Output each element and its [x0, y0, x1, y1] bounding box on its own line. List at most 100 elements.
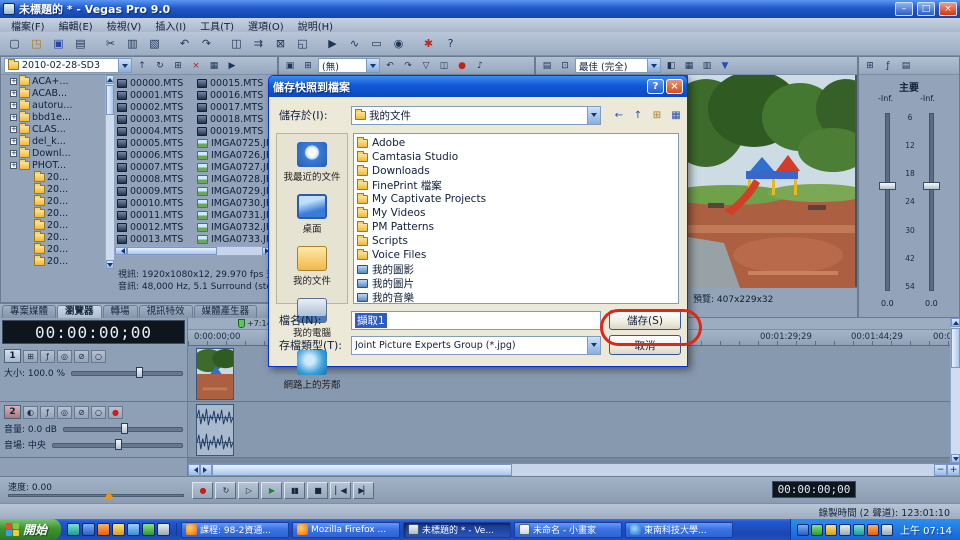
scroll-right-icon[interactable]: [200, 464, 212, 476]
copy-snapshot-icon[interactable]: ▥: [699, 58, 715, 73]
trimmer-marker-icon[interactable]: ▽: [418, 58, 434, 73]
tree-folder-item[interactable]: ACA+...: [1, 75, 105, 87]
whats-this-help-icon[interactable]: ?: [440, 34, 461, 54]
file-item[interactable]: IMGA0732.JPG: [197, 221, 276, 233]
up-one-level-icon[interactable]: ↑: [630, 107, 646, 123]
menu-item[interactable]: 檔案(F): [4, 18, 52, 33]
file-item[interactable]: 00012.MTS: [117, 221, 196, 233]
task-university-webpage[interactable]: 東南科技大學...: [625, 522, 733, 538]
normal-edit-tool-icon[interactable]: ▶: [322, 34, 343, 54]
volume-slider[interactable]: [63, 423, 183, 434]
play-button[interactable]: ▶: [261, 482, 282, 499]
task-paint[interactable]: 未命名 - 小畫家: [514, 522, 622, 538]
place-recent-documents[interactable]: 我最近的文件: [277, 142, 347, 183]
vegas-icon[interactable]: [157, 523, 170, 536]
scroll-left-icon[interactable]: [188, 464, 200, 476]
copy-icon[interactable]: ▥: [122, 34, 143, 54]
close-button[interactable]: ×: [939, 2, 957, 16]
file-item[interactable]: 00000.MTS: [117, 77, 196, 89]
zoom-in-button[interactable]: +: [947, 464, 960, 476]
outlook-icon[interactable]: [112, 523, 125, 536]
mute-icon[interactable]: ⊘: [74, 406, 89, 419]
file-item[interactable]: IMGA0729.JPG: [197, 185, 276, 197]
video-clip-event[interactable]: [196, 348, 234, 400]
marker-flag-icon[interactable]: [238, 319, 245, 328]
interactive-tutorials-icon[interactable]: ✱: [418, 34, 439, 54]
record-button[interactable]: ●: [192, 482, 213, 499]
enable-snapping-icon[interactable]: ◫: [226, 34, 247, 54]
dropdown-arrow-icon[interactable]: [366, 59, 379, 72]
folder-item[interactable]: FinePrint 檔案: [357, 178, 675, 192]
tree-folder-item[interactable]: PHOT...: [1, 159, 105, 171]
scroll-thumb[interactable]: [212, 464, 512, 476]
tab-project-media[interactable]: 專案媒體: [2, 305, 56, 318]
timeline-marker[interactable]: +7:14: [238, 319, 272, 328]
fader-thumb[interactable]: [879, 182, 896, 190]
mute-icon[interactable]: ⊘: [74, 350, 89, 363]
cut-icon[interactable]: ✂: [100, 34, 121, 54]
track-motion-icon[interactable]: ⊞: [23, 350, 38, 363]
zoom-edit-tool-icon[interactable]: ◉: [388, 34, 409, 54]
pan-slider[interactable]: [52, 439, 183, 450]
menu-item[interactable]: 檢視(V): [100, 18, 149, 33]
ie-icon[interactable]: [82, 523, 95, 536]
scroll-down-icon[interactable]: [106, 260, 114, 269]
expand-icon[interactable]: [10, 138, 17, 145]
slider-thumb[interactable]: [115, 439, 122, 450]
file-item[interactable]: IMGA0727.JPG: [197, 161, 276, 173]
trimmer-media-dropdown[interactable]: (無): [318, 58, 380, 73]
trimmer-history-back-icon[interactable]: ↶: [382, 58, 398, 73]
show-desktop-icon[interactable]: [67, 523, 80, 536]
scroll-up-icon[interactable]: [951, 318, 960, 327]
timeline-horizontal-scrollbar[interactable]: − +: [188, 463, 960, 476]
master-fader-right[interactable]: [929, 113, 934, 291]
file-item[interactable]: 00004.MTS: [117, 125, 196, 137]
file-item[interactable]: 00008.MTS: [117, 173, 196, 185]
file-item[interactable]: 00005.MTS: [117, 137, 196, 149]
tree-folder-item[interactable]: Downl...: [1, 147, 105, 159]
pause-button[interactable]: ▮▮: [284, 482, 305, 499]
dropdown-arrow-icon[interactable]: [647, 59, 660, 72]
place-my-network[interactable]: 網路上的芳鄰: [277, 350, 347, 391]
file-item[interactable]: 00017.MTS: [197, 101, 276, 113]
redo-icon[interactable]: ↷: [196, 34, 217, 54]
tree-folder-item[interactable]: 20...: [1, 219, 105, 231]
tab-explorer[interactable]: 瀏覽器: [57, 305, 102, 318]
project-properties-icon[interactable]: ▤: [70, 34, 91, 54]
mixer-properties-icon[interactable]: ▤: [898, 58, 914, 73]
trimmer-history-forward-icon[interactable]: ↷: [400, 58, 416, 73]
tray-volume-icon[interactable]: [839, 524, 851, 536]
insert-assignable-fx-icon[interactable]: ƒ: [880, 58, 896, 73]
scroll-thumb[interactable]: [106, 85, 114, 115]
track-number[interactable]: 1: [4, 349, 21, 363]
audio-clip-event[interactable]: [196, 404, 234, 456]
task-vegas[interactable]: 未標題的 * - Ve...: [403, 522, 511, 538]
refresh-icon[interactable]: ↻: [152, 58, 168, 73]
scroll-up-icon[interactable]: [106, 75, 114, 84]
automation-mode-icon[interactable]: ◎: [57, 350, 72, 363]
insert-audio-bus-icon[interactable]: ⊞: [862, 58, 878, 73]
trimmer-record-icon[interactable]: ●: [454, 58, 470, 73]
trimmer-save-icon[interactable]: ▣: [282, 58, 298, 73]
slider-thumb[interactable]: [121, 423, 128, 434]
rate-slider-thumb[interactable]: [104, 486, 114, 499]
go-to-end-button[interactable]: ▶▏: [353, 482, 374, 499]
folder-item[interactable]: 我的圖片: [357, 276, 675, 290]
task-course-webpage[interactable]: 課程: 98-2資通...: [181, 522, 289, 538]
minimize-button[interactable]: –: [895, 2, 913, 16]
file-item[interactable]: IMGA0725.JPG: [197, 137, 276, 149]
tray-safely-remove-icon[interactable]: [881, 524, 893, 536]
expand-icon[interactable]: [10, 78, 17, 85]
menu-item[interactable]: 說明(H): [291, 18, 340, 33]
restore-button[interactable]: □: [917, 2, 935, 16]
expand-icon[interactable]: [10, 90, 17, 97]
stop-button[interactable]: ■: [307, 482, 328, 499]
dialog-close-button[interactable]: ×: [666, 79, 683, 94]
expand-icon[interactable]: [10, 162, 17, 169]
folder-item[interactable]: Scripts: [357, 234, 675, 248]
solo-icon[interactable]: ○: [91, 406, 106, 419]
folder-item[interactable]: 我的音樂: [357, 290, 675, 304]
file-item[interactable]: 00001.MTS: [117, 89, 196, 101]
folder-item[interactable]: 我的圖影: [357, 262, 675, 276]
tree-folder-item[interactable]: CLAS...: [1, 123, 105, 135]
